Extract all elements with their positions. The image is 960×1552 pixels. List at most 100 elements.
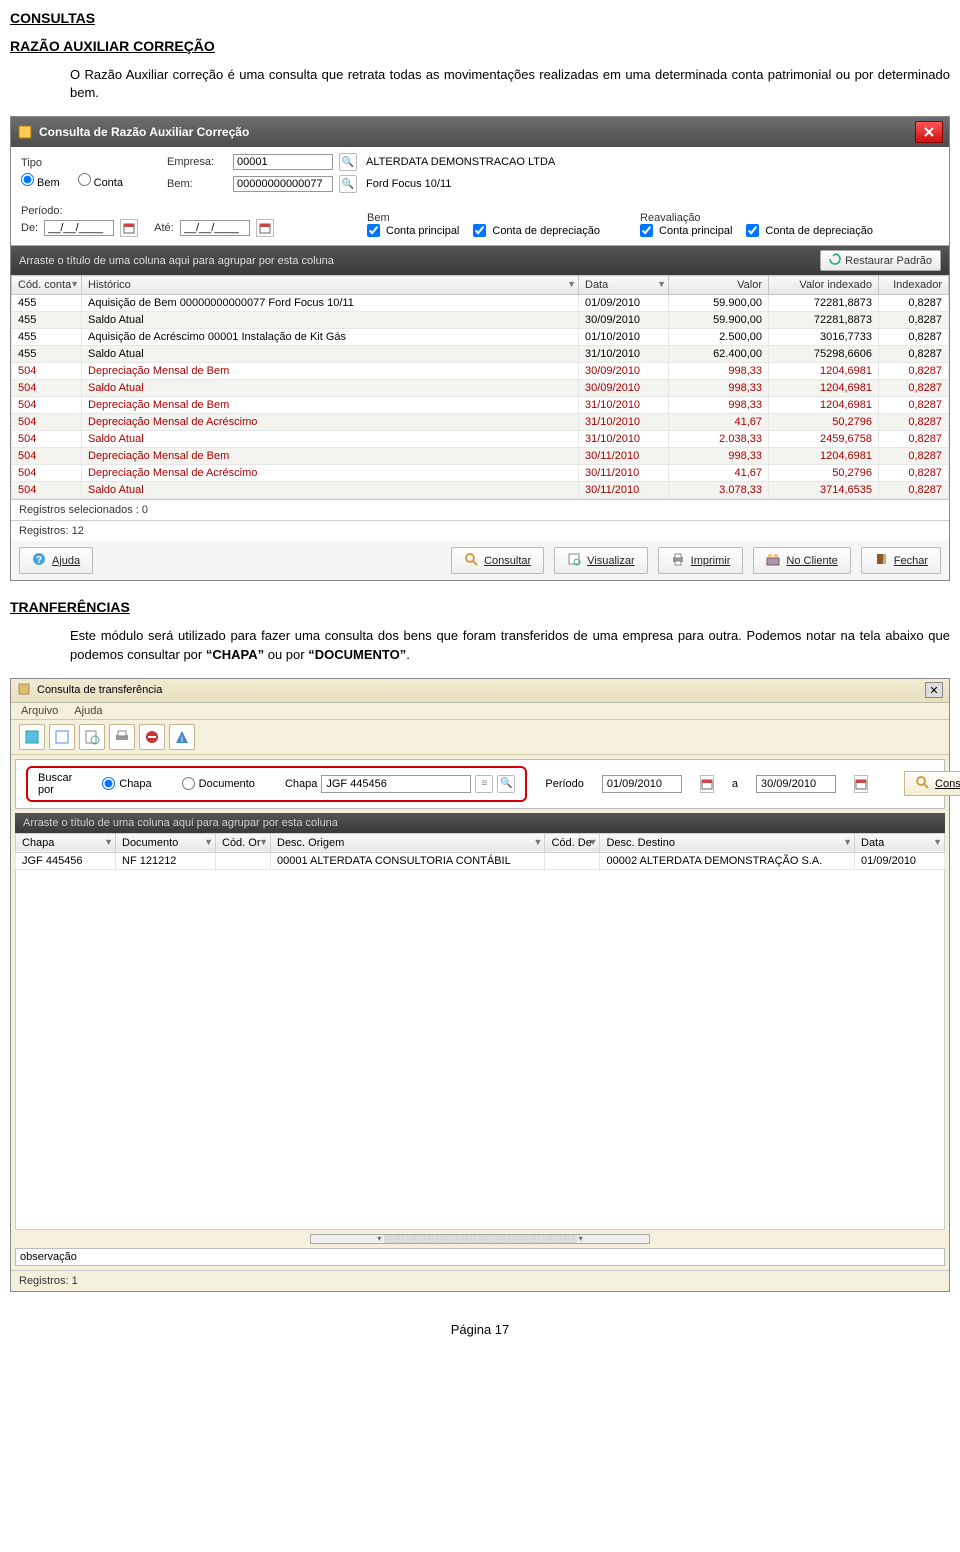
col2-codde[interactable]: Cód. De▼ (545, 833, 600, 852)
table-row[interactable]: JGF 445456 NF 121212 00001 ALTERDATA CON… (16, 852, 945, 869)
col-valor[interactable]: Valor (669, 276, 769, 295)
col-idx-label: Indexador (893, 279, 942, 291)
restore-label: Restaurar Padrão (845, 255, 932, 267)
col-valor-idx[interactable]: Valor indexado (769, 276, 879, 295)
table-row[interactable]: 504Depreciação Mensal de Bem30/09/201099… (12, 363, 949, 380)
col-hist[interactable]: Histórico▼ (82, 276, 579, 295)
tool-btn-stop[interactable] (139, 724, 165, 750)
col2-codor-label: Cód. Or (222, 837, 261, 849)
periodo-label-2: Período (545, 778, 584, 790)
bem-code-input[interactable] (233, 176, 333, 192)
bem-conta-deprec-chk[interactable]: Conta de depreciação (473, 224, 600, 237)
col2-descor[interactable]: Desc. Origem ▼ (271, 833, 545, 852)
preview-icon (567, 552, 581, 569)
consultar-button-2[interactable]: Consultar (904, 771, 960, 796)
tool-btn-preview[interactable] (79, 724, 105, 750)
tool-btn-info[interactable]: i (169, 724, 195, 750)
reav-conta-deprec-chk[interactable]: Conta de depreciação (746, 224, 873, 237)
cell-data: 01/09/2010 (855, 852, 945, 869)
buscar-legend: Buscar por (38, 772, 72, 796)
menu-ajuda[interactable]: Ajuda (74, 705, 102, 717)
razao-window: Consulta de Razão Auxiliar Correção Tipo… (10, 116, 950, 581)
table-row[interactable]: 455Aquisição de Bem 00000000000077 Ford … (12, 295, 949, 312)
bem-name (363, 177, 773, 191)
table-row[interactable]: 455Saldo Atual30/09/201059.900,0072281,8… (12, 312, 949, 329)
col2-codor[interactable]: Cód. Or▼ (216, 833, 271, 852)
section-title-tranf: TRANFERÊNCIAS (10, 599, 950, 615)
table-row[interactable]: 504Saldo Atual31/10/20102.038,332459,675… (12, 431, 949, 448)
ate-input[interactable] (180, 220, 250, 236)
periodo-de-input[interactable] (602, 775, 682, 793)
close-button[interactable] (915, 121, 943, 143)
table-row[interactable]: 504Depreciação Mensal de Bem30/11/201099… (12, 448, 949, 465)
nocliente-button[interactable]: No Cliente (753, 547, 850, 574)
count-status: Registros: 12 (11, 520, 949, 541)
reav-cp-label: Conta principal (659, 225, 732, 237)
radio-chapa-2[interactable]: Chapa (102, 777, 151, 790)
bem-lookup-icon[interactable]: 🔍 (339, 175, 357, 193)
col2-descde[interactable]: Desc. Destino▼ (600, 833, 855, 852)
col-cod[interactable]: Cód. conta▼ (12, 276, 82, 295)
col-data[interactable]: Data▼ (579, 276, 669, 295)
transfer-titlebar: Consulta de transferência ✕ (11, 679, 949, 703)
reav-conta-principal-chk[interactable]: Conta principal (640, 224, 732, 237)
cal-ate-icon[interactable] (854, 775, 868, 793)
section-title-consultas: CONSULTAS (10, 10, 950, 26)
empty-grid-area (15, 870, 945, 1230)
tool-btn-print[interactable] (109, 724, 135, 750)
col2-descor-label: Desc. Origem (277, 837, 344, 849)
consultar-button[interactable]: Consultar (451, 547, 544, 574)
periodo-label: Período: (21, 205, 361, 217)
list-icon[interactable]: ≡ (475, 775, 493, 793)
table-row[interactable]: 455Aquisição de Acréscimo 00001 Instalaç… (12, 329, 949, 346)
periodo-ate-input[interactable] (756, 775, 836, 793)
visualizar-button[interactable]: Visualizar (554, 547, 648, 574)
radio-documento-2[interactable]: Documento (182, 777, 255, 790)
table-row[interactable]: 504Depreciação Mensal de Acréscimo31/10/… (12, 414, 949, 431)
ajuda-button[interactable]: ? Ajuda (19, 547, 93, 574)
col2-chapa-label: Chapa (22, 837, 54, 849)
tool-btn-1[interactable] (19, 724, 45, 750)
table-row[interactable]: 504Saldo Atual30/09/2010998,331204,69810… (12, 380, 949, 397)
col2-chapa[interactable]: Chapa▼ (16, 833, 116, 852)
close-button-2[interactable]: ✕ (925, 682, 943, 698)
col2-documento[interactable]: Documento▼ (116, 833, 216, 852)
menu-arquivo[interactable]: Arquivo (21, 705, 58, 717)
col-hist-label: Histórico (88, 279, 131, 291)
app-icon (17, 124, 33, 140)
bem-cd-label: Conta de depreciação (492, 225, 600, 237)
intro-paragraph-1: O Razão Auxiliar correção é uma consulta… (70, 66, 950, 102)
col2-data[interactable]: Data ▼ (855, 833, 945, 852)
collapse-handle[interactable]: ▾ ░░░░░░░░░░░░░░░░░░░░░░░░░░░░░░░░░░ ▾ (310, 1234, 650, 1244)
chevron-down-icon: ▼ (933, 837, 942, 847)
de-calendar-icon[interactable] (120, 219, 138, 237)
table-row[interactable]: 504Saldo Atual30/11/20103.078,333714,653… (12, 482, 949, 499)
tool-btn-2[interactable] (49, 724, 75, 750)
empresa-label: Empresa: (167, 156, 227, 168)
search-icon-2[interactable]: 🔍 (497, 775, 515, 793)
col-validx-label: Valor indexado (799, 279, 872, 291)
observacao-input[interactable] (15, 1248, 945, 1266)
cal-de-icon[interactable] (700, 775, 714, 793)
col2-data-label: Data (861, 837, 884, 849)
ate-calendar-icon[interactable] (256, 219, 274, 237)
col-idx[interactable]: Indexador (879, 276, 949, 295)
bem-conta-principal-chk[interactable]: Conta principal (367, 224, 459, 237)
empresa-code-input[interactable] (233, 154, 333, 170)
restore-default-button[interactable]: Restaurar Padrão (820, 250, 941, 271)
radio-conta[interactable]: Conta (78, 173, 123, 189)
table-row[interactable]: 504Depreciação Mensal de Bem31/10/201099… (12, 397, 949, 414)
consultar-label-2: Consultar (935, 778, 960, 790)
empresa-lookup-icon[interactable]: 🔍 (339, 153, 357, 171)
empresa-name (363, 155, 773, 169)
imprimir-button[interactable]: Imprimir (658, 547, 744, 574)
table-row[interactable]: 504Depreciação Mensal de Acréscimo30/11/… (12, 465, 949, 482)
chevron-down-icon: ▼ (534, 837, 543, 847)
table-row[interactable]: 455Saldo Atual31/10/201062.400,0075298,6… (12, 346, 949, 363)
de-input[interactable] (44, 220, 114, 236)
help-icon: ? (32, 552, 46, 569)
fechar-button[interactable]: Fechar (861, 547, 941, 574)
col-valor-label: Valor (737, 279, 762, 291)
chapa-input[interactable] (321, 775, 471, 793)
radio-bem[interactable]: Bem (21, 173, 60, 189)
